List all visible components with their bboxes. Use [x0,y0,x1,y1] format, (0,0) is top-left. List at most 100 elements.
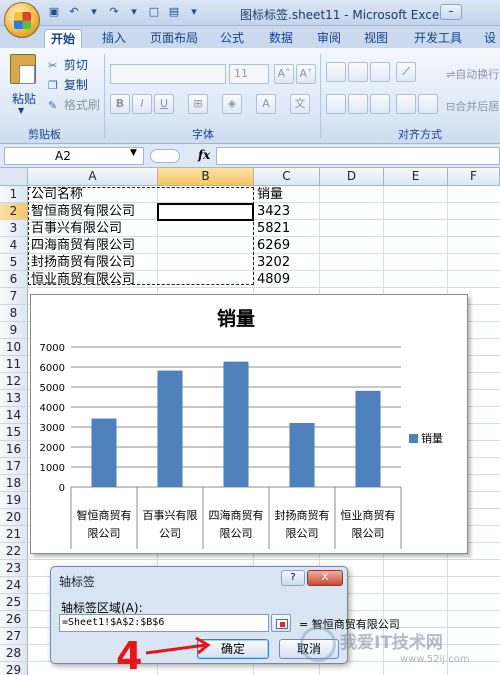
dialog-help-button[interactable]: ? [281,570,305,586]
row-header-28[interactable]: 28 [0,645,28,662]
office-button[interactable] [4,2,40,38]
italic-button[interactable]: I [132,94,152,114]
row-header-24[interactable]: 24 [0,577,28,594]
cell-c3[interactable]: 5821 [255,220,290,237]
print-icon[interactable]: ▤ [166,5,182,20]
new-icon[interactable]: □ [146,5,162,20]
column-header-d[interactable]: D [320,168,384,186]
redo-icon[interactable]: ↷ [106,5,122,20]
align-right-icon[interactable] [370,94,390,114]
row-header-7[interactable]: 7 [0,288,28,305]
bold-button[interactable]: B [110,94,130,114]
fill-color-icon[interactable]: ◈ [222,94,242,114]
cell-a2[interactable]: 智恒商贸有限公司 [29,203,135,220]
decrease-indent-icon[interactable] [396,94,416,114]
row-header-13[interactable]: 13 [0,390,28,407]
merge-center-button[interactable]: ⊟合并后居 [446,98,499,114]
tab-page-layout[interactable]: 页面布局 [144,29,204,48]
paste-button[interactable]: 粘贴 [12,90,36,107]
tab-formulas[interactable]: 公式 [214,29,250,48]
row-header-15[interactable]: 15 [0,424,28,441]
borders-icon[interactable]: ⊞ [188,94,208,114]
row-header-20[interactable]: 20 [0,509,28,526]
row-header-9[interactable]: 9 [0,322,28,339]
redo-dropdown-icon[interactable]: ▾ [126,5,142,20]
tab-view[interactable]: 视图 [358,29,394,48]
row-header-21[interactable]: 21 [0,526,28,543]
row-header-16[interactable]: 16 [0,441,28,458]
font-name-box[interactable] [110,64,226,84]
column-header-f[interactable]: F [448,168,500,186]
axis-label-range-input[interactable]: =Sheet1!$A$2:$B$6 [59,614,269,632]
row-header-22[interactable]: 22 [0,543,28,560]
row-header-3[interactable]: 3 [0,220,28,237]
cell-c2[interactable]: 3423 [255,203,290,220]
formula-input[interactable] [216,147,500,165]
orientation-icon[interactable]: ⟋ [396,62,416,82]
grow-font-button[interactable]: A˄ [274,64,294,84]
font-color-icon[interactable]: A [256,94,276,114]
customize-qat-icon[interactable]: ▾ [186,5,202,20]
cell-c1[interactable]: 销量 [255,186,283,203]
row-header-2[interactable]: 2 [0,203,28,220]
row-header-5[interactable]: 5 [0,254,28,271]
bar-3[interactable] [223,361,249,487]
cell-c6[interactable]: 4809 [255,271,290,288]
align-bottom-icon[interactable] [370,62,390,82]
active-cell-b2[interactable] [157,203,254,221]
align-top-icon[interactable] [326,62,346,82]
cell-a3[interactable]: 百事兴有限公司 [29,220,122,237]
row-header-12[interactable]: 12 [0,373,28,390]
column-header-e[interactable]: E [384,168,448,186]
tab-data[interactable]: 数据 [263,29,299,48]
column-header-c[interactable]: C [254,168,320,186]
insert-function-icon[interactable]: fx [198,148,210,162]
row-header-27[interactable]: 27 [0,628,28,645]
chart-area[interactable]: 销量 0 1000 2000 3000 4000 5000 6000 7000 智恒商贸有 限公… [30,294,468,554]
font-size-box[interactable]: 11 [229,64,269,84]
select-all-corner[interactable] [0,168,28,186]
paste-dropdown-icon[interactable]: ▼ [18,106,24,115]
tab-review[interactable]: 审阅 [311,29,347,48]
row-header-29[interactable]: 29 [0,662,28,675]
cell-a4[interactable]: 四海商贸有限公司 [29,237,135,254]
phonetic-icon[interactable]: 文 [290,94,310,114]
row-header-1[interactable]: 1 [0,186,28,203]
row-header-26[interactable]: 26 [0,611,28,628]
align-middle-icon[interactable] [348,62,368,82]
row-header-17[interactable]: 17 [0,458,28,475]
row-header-19[interactable]: 19 [0,492,28,509]
tab-more[interactable]: 设 [478,29,500,48]
bar-1[interactable] [91,418,117,487]
tab-insert[interactable]: 插入 [96,29,132,48]
row-header-4[interactable]: 4 [0,237,28,254]
dialog-close-button[interactable]: X [307,570,343,586]
shrink-font-button[interactable]: A˅ [296,64,316,84]
cut-button[interactable]: ✂ 剪切 [48,56,88,73]
underline-button[interactable]: U [154,94,174,114]
cell-a1[interactable]: 公司名称 [29,186,83,203]
column-header-b[interactable]: B [158,168,254,186]
name-box[interactable]: A2 [4,147,144,165]
chart-title[interactable]: 销量 [217,307,255,330]
row-header-18[interactable]: 18 [0,475,28,492]
column-header-a[interactable]: A [28,168,158,186]
legend-label[interactable]: 销量 [421,431,443,445]
bar-4[interactable] [289,422,315,487]
row-header-6[interactable]: 6 [0,271,28,288]
undo-icon[interactable]: ↶ [66,5,82,20]
minimize-button[interactable]: – [440,4,462,20]
row-header-11[interactable]: 11 [0,356,28,373]
row-header-8[interactable]: 8 [0,305,28,322]
name-box-dropdown-icon[interactable]: ▼ [130,148,137,158]
cell-c5[interactable]: 3202 [255,254,290,271]
cell-c4[interactable]: 6269 [255,237,290,254]
row-header-23[interactable]: 23 [0,560,28,577]
save-icon[interactable]: ▣ [46,5,62,20]
tab-developer[interactable]: 开发工具 [408,29,468,48]
align-center-icon[interactable] [348,94,368,114]
row-header-14[interactable]: 14 [0,407,28,424]
bar-2[interactable] [157,370,183,487]
ok-button[interactable]: 确定 [197,639,269,659]
align-left-icon[interactable] [326,94,346,114]
